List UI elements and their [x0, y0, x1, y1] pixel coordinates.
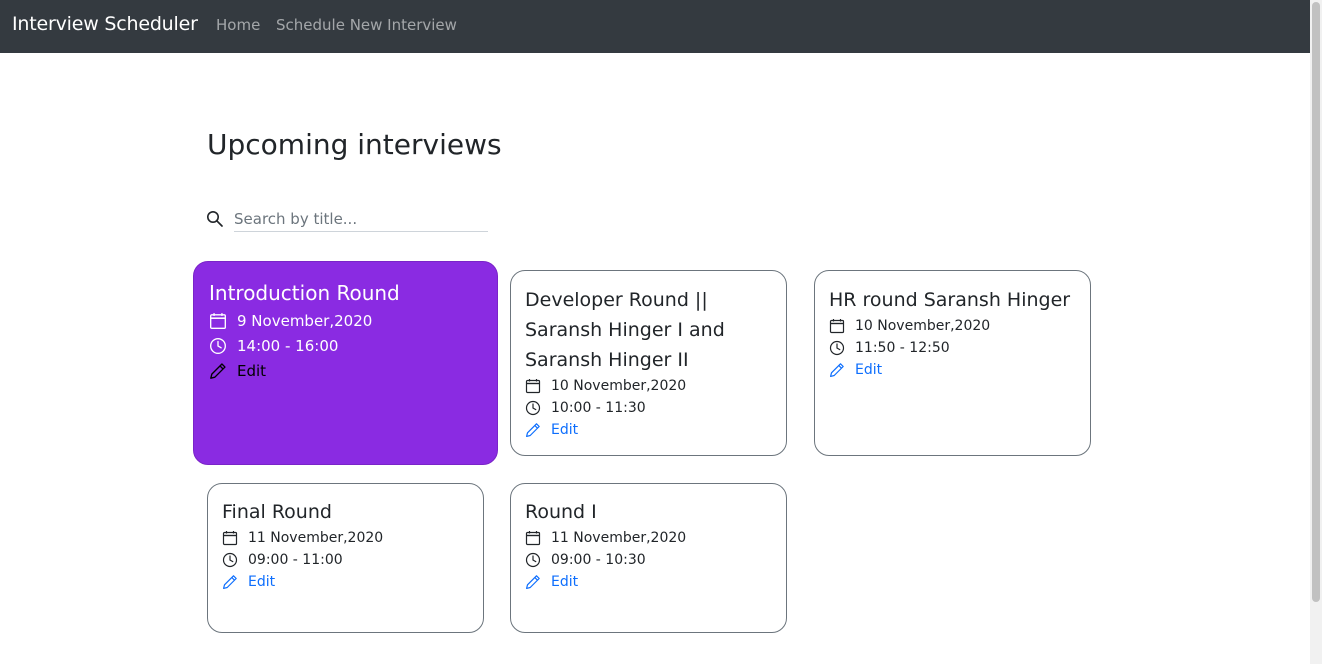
clock-icon [829, 340, 845, 356]
edit-link[interactable]: Edit [551, 574, 578, 590]
calendar-icon [209, 312, 227, 330]
clock-icon [525, 552, 541, 568]
card-date: 10 November,2020 [551, 378, 687, 394]
card-edit-row[interactable]: Edit [222, 571, 469, 593]
card-edit-row[interactable]: Edit [209, 358, 482, 383]
calendar-icon [829, 318, 845, 334]
clock-icon [209, 337, 227, 355]
card-title: Round I [525, 501, 597, 523]
brand-link[interactable]: Interview Scheduler [12, 13, 198, 35]
card-date: 11 November,2020 [248, 530, 384, 546]
edit-link[interactable]: Edit [248, 574, 275, 590]
pencil-icon [829, 362, 845, 378]
card-time-row: 09:00 - 10:30 [525, 549, 772, 571]
card-date-row: 11 November,2020 [525, 527, 772, 549]
card-title: Developer Round || Saransh Hinger I and … [525, 289, 725, 371]
card-title: Introduction Round [209, 281, 400, 305]
pencil-icon [222, 574, 238, 590]
card-date-row: 10 November,2020 [525, 375, 772, 397]
card-time: 09:00 - 10:30 [551, 552, 646, 568]
card-title: HR round Saransh Hinger [829, 289, 1071, 311]
pencil-icon [209, 362, 227, 380]
card-date-row: 9 November,2020 [209, 308, 482, 333]
card-time: 09:00 - 11:00 [248, 552, 343, 568]
interview-card[interactable]: Developer Round || Saransh Hinger I and … [510, 270, 787, 456]
card-title: Final Round [222, 501, 332, 523]
pencil-icon [525, 574, 541, 590]
card-edit-row[interactable]: Edit [829, 359, 1076, 381]
card-time: 14:00 - 16:00 [237, 336, 339, 355]
search-input[interactable] [234, 206, 488, 232]
card-date-row: 11 November,2020 [222, 527, 469, 549]
card-time-row: 10:00 - 11:30 [525, 397, 772, 419]
scrollbar-thumb[interactable] [1312, 2, 1320, 602]
edit-link[interactable]: Edit [237, 362, 266, 380]
edit-link[interactable]: Edit [551, 422, 578, 438]
clock-icon [525, 400, 541, 416]
page-scrollbar[interactable] [1310, 0, 1322, 664]
edit-link[interactable]: Edit [855, 362, 882, 378]
page-title: Upcoming interviews [207, 128, 502, 161]
interview-card[interactable]: Round I 11 November,2020 09:00 - 10:30 E… [510, 483, 787, 633]
card-time-row: 11:50 - 12:50 [829, 337, 1076, 359]
card-edit-row[interactable]: Edit [525, 571, 772, 593]
calendar-icon [525, 530, 541, 546]
nav-link-schedule-new-interview[interactable]: Schedule New Interview [276, 16, 457, 34]
interview-card[interactable]: Final Round 11 November,2020 09:00 - 11:… [207, 483, 484, 633]
calendar-icon [525, 378, 541, 394]
search-icon [207, 211, 223, 227]
card-time-row: 09:00 - 11:00 [222, 549, 469, 571]
clock-icon [222, 552, 238, 568]
nav-link-home[interactable]: Home [216, 16, 260, 34]
card-time-row: 14:00 - 16:00 [209, 333, 482, 358]
card-time: 10:00 - 11:30 [551, 400, 646, 416]
card-date-row: 10 November,2020 [829, 315, 1076, 337]
pencil-icon [525, 422, 541, 438]
card-date: 9 November,2020 [237, 311, 373, 330]
interview-card[interactable]: Introduction Round 9 November,2020 14:00… [193, 261, 498, 465]
card-edit-row[interactable]: Edit [525, 419, 772, 441]
card-date: 11 November,2020 [551, 530, 687, 546]
interview-card[interactable]: HR round Saransh Hinger 10 November,2020… [814, 270, 1091, 456]
calendar-icon [222, 530, 238, 546]
card-date: 10 November,2020 [855, 318, 991, 334]
card-time: 11:50 - 12:50 [855, 340, 950, 356]
navbar: Interview Scheduler Home Schedule New In… [0, 0, 1310, 53]
